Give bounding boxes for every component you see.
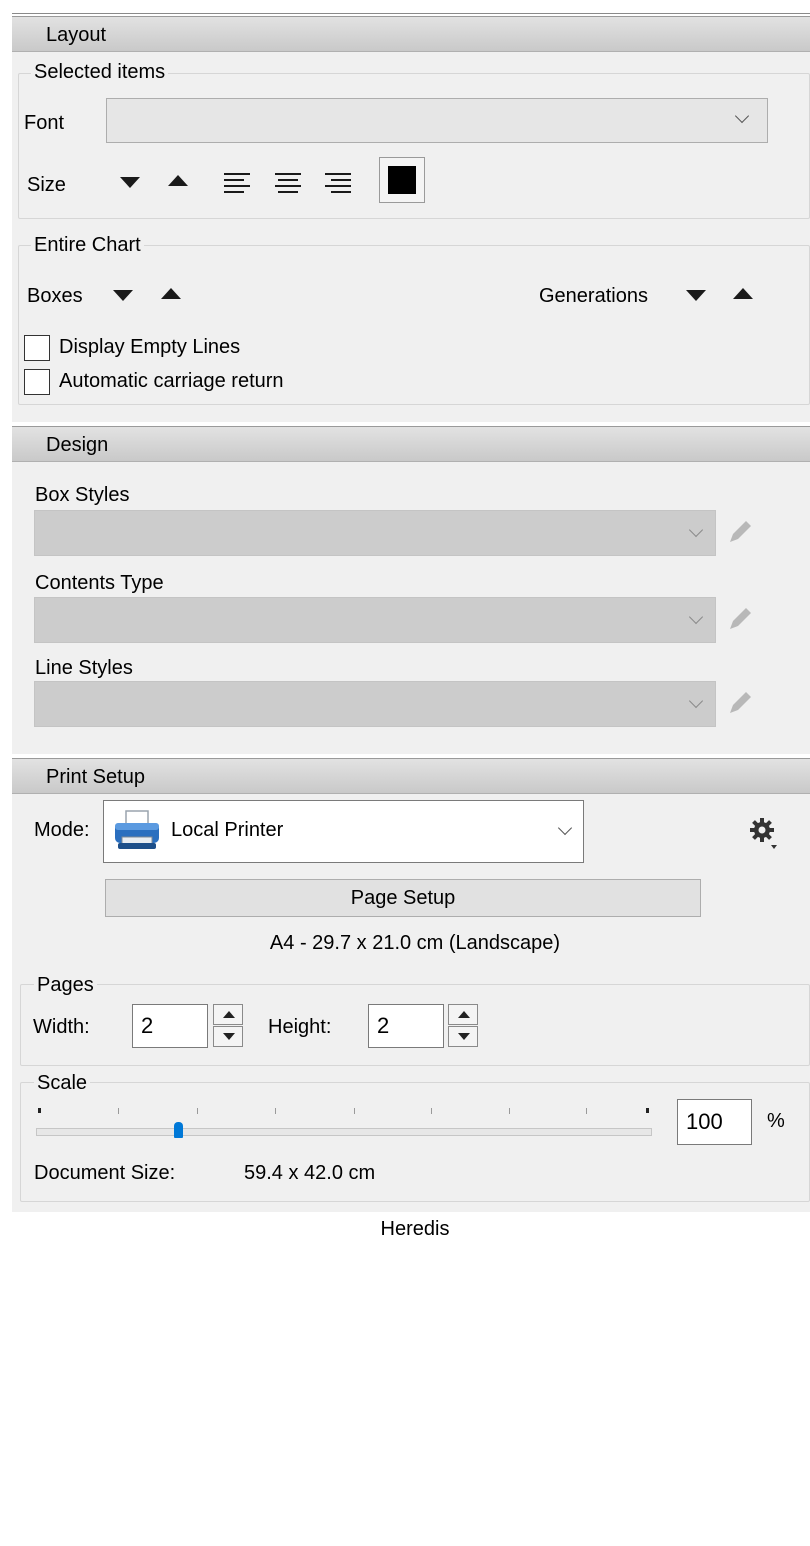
- mode-select[interactable]: Local Printer: [103, 800, 584, 863]
- chevron-down-icon: [734, 108, 750, 124]
- scale-unit: %: [767, 1110, 785, 1132]
- boxes-increase-icon[interactable]: [161, 288, 181, 299]
- font-label: Font: [24, 112, 65, 134]
- slider-tick: [38, 1108, 41, 1113]
- pages-title: Pages: [34, 974, 97, 997]
- design-section-header[interactable]: Design: [12, 426, 810, 462]
- slider-track: [36, 1128, 652, 1136]
- document-size-label: Document Size:: [34, 1162, 176, 1184]
- design-header-label: Design: [46, 434, 109, 456]
- contents-type-label: Contents Type: [35, 572, 164, 594]
- height-spinner[interactable]: [448, 1004, 478, 1048]
- slider-tick: [118, 1108, 119, 1114]
- width-up-button[interactable]: [213, 1004, 243, 1025]
- automatic-carriage-return-label[interactable]: Automatic carriage return: [59, 370, 284, 393]
- scale-slider[interactable]: [36, 1108, 652, 1140]
- slider-tick: [509, 1108, 510, 1114]
- layout-section-header[interactable]: Layout: [12, 16, 810, 52]
- gear-icon[interactable]: [748, 816, 780, 852]
- generations-label: Generations: [539, 285, 648, 307]
- slider-tick: [431, 1108, 432, 1114]
- line-styles-label: Line Styles: [35, 657, 133, 679]
- boxes-decrease-icon[interactable]: [113, 290, 133, 301]
- height-down-button[interactable]: [448, 1026, 478, 1047]
- size-label: Size: [27, 174, 66, 196]
- slider-tick: [197, 1108, 198, 1114]
- scale-title: Scale: [34, 1072, 91, 1095]
- slider-tick: [275, 1108, 276, 1114]
- width-label: Width:: [33, 1016, 90, 1038]
- line-styles-select[interactable]: [34, 681, 716, 727]
- align-left-icon[interactable]: [224, 173, 250, 195]
- chevron-down-icon: [688, 693, 704, 709]
- box-styles-label: Box Styles: [35, 484, 130, 506]
- size-increase-icon[interactable]: [168, 175, 188, 186]
- generations-increase-icon[interactable]: [733, 288, 753, 299]
- height-label: Height:: [268, 1016, 332, 1038]
- page-setup-button-label: Page Setup: [350, 887, 456, 909]
- boxes-label: Boxes: [27, 285, 83, 307]
- generations-decrease-icon[interactable]: [686, 290, 706, 301]
- chevron-down-icon: [688, 522, 704, 538]
- chevron-down-icon: [557, 820, 573, 836]
- width-down-button[interactable]: [213, 1026, 243, 1047]
- printer-icon: [115, 810, 159, 849]
- height-up-button[interactable]: [448, 1004, 478, 1025]
- text-color-swatch: [388, 166, 416, 194]
- pencil-icon[interactable]: [726, 516, 756, 546]
- text-color-button[interactable]: [379, 157, 425, 203]
- contents-type-select[interactable]: [34, 597, 716, 643]
- width-spinner[interactable]: [213, 1004, 243, 1048]
- height-input[interactable]: 2: [368, 1004, 444, 1048]
- selected-items-title: Selected items: [31, 61, 169, 84]
- size-decrease-icon[interactable]: [120, 177, 140, 188]
- top-border: [12, 13, 810, 14]
- mode-label: Mode:: [34, 819, 90, 841]
- print-setup-header-label: Print Setup: [46, 766, 145, 788]
- document-size-value: 59.4 x 42.0 cm: [244, 1162, 376, 1184]
- slider-tick: [586, 1108, 587, 1114]
- chevron-down-icon: [688, 609, 704, 625]
- width-input[interactable]: 2: [132, 1004, 208, 1048]
- mode-select-value: Local Printer: [171, 819, 284, 841]
- slider-thumb[interactable]: [174, 1122, 183, 1138]
- align-center-icon[interactable]: [275, 173, 301, 195]
- entire-chart-title: Entire Chart: [31, 234, 144, 257]
- slider-tick: [354, 1108, 355, 1114]
- scale-value-input[interactable]: 100: [677, 1099, 752, 1145]
- display-empty-lines-checkbox[interactable]: [24, 335, 50, 361]
- slider-tick: [646, 1108, 649, 1113]
- page-setup-button[interactable]: Page Setup: [105, 879, 701, 917]
- layout-header-label: Layout: [46, 24, 107, 46]
- print-setup-section-header[interactable]: Print Setup: [12, 758, 810, 794]
- paper-info: A4 - 29.7 x 21.0 cm (Landscape): [269, 932, 561, 954]
- box-styles-select[interactable]: [34, 510, 716, 556]
- automatic-carriage-return-checkbox[interactable]: [24, 369, 50, 395]
- font-select[interactable]: [106, 98, 768, 143]
- footer-app-name: Heredis: [380, 1218, 450, 1240]
- pencil-icon[interactable]: [726, 603, 756, 633]
- display-empty-lines-label[interactable]: Display Empty Lines: [59, 336, 240, 359]
- align-right-icon[interactable]: [325, 173, 351, 195]
- pencil-icon[interactable]: [726, 687, 756, 717]
